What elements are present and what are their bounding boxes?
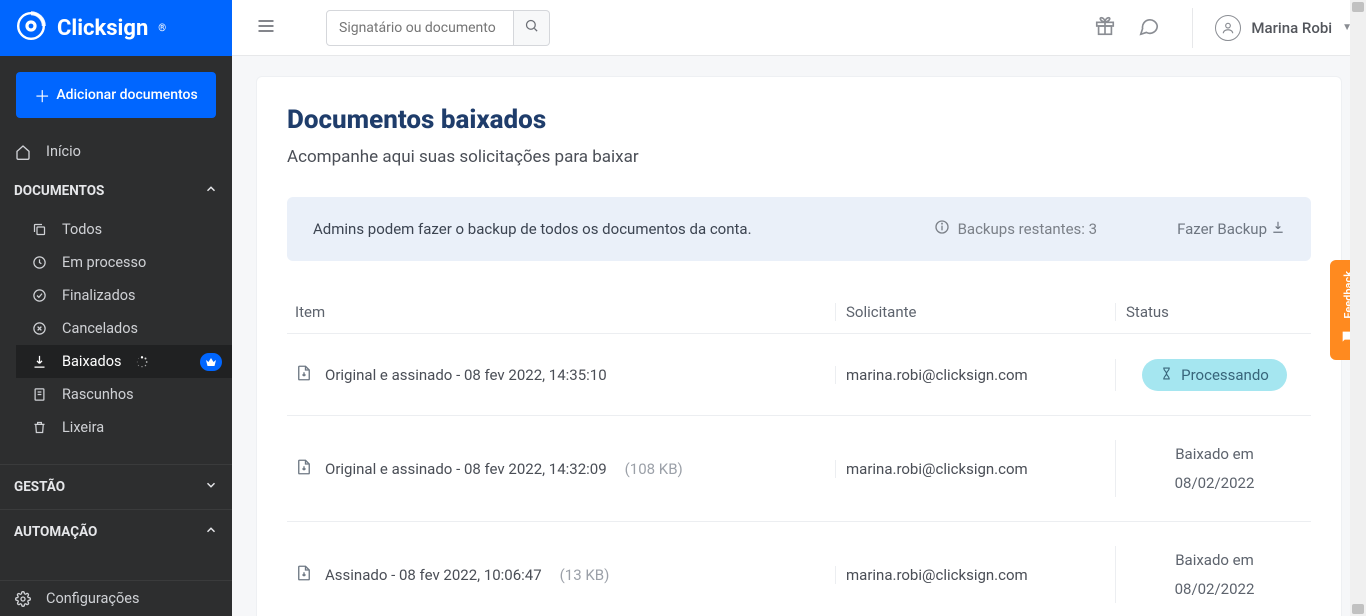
search-input[interactable] — [326, 10, 514, 46]
downloads-table: Item Solicitante Status Original e assin… — [287, 291, 1311, 616]
page-title: Documentos baixados — [287, 105, 1311, 135]
sidebar-item-em-processo[interactable]: Em processo — [16, 246, 232, 279]
sidebar-item-label: Finalizados — [62, 287, 136, 304]
table-row[interactable]: Original e assinado - 08 fev 2022, 14:32… — [287, 416, 1311, 522]
topbar: Marina Robi ▼ — [232, 0, 1366, 56]
sidebar-item-todos[interactable]: Todos — [16, 213, 232, 246]
row-item-size: (13 KB) — [560, 566, 610, 584]
sidebar-item-lixeira[interactable]: Lixeira — [16, 411, 232, 444]
row-requester: marina.robi@clicksign.com — [835, 366, 1115, 384]
gift-icon[interactable] — [1094, 15, 1116, 41]
sidebar-item-label: Todos — [62, 221, 102, 238]
logo-bar[interactable]: Clicksign ® — [0, 0, 232, 56]
clock-icon — [30, 255, 48, 270]
page-subtitle: Acompanhe aqui suas solicitações para ba… — [287, 147, 1311, 167]
row-requester: marina.robi@clicksign.com — [835, 566, 1115, 584]
section-label: DOCUMENTOS — [14, 183, 104, 199]
status-pill-processing: Processando — [1142, 359, 1287, 391]
status-downloaded: Baixado em 08/02/2022 — [1175, 440, 1255, 497]
sidebar-item-rascunhos[interactable]: Rascunhos — [16, 378, 232, 411]
search-icon — [524, 18, 539, 37]
premium-badge-icon — [200, 353, 222, 371]
table-header: Item Solicitante Status — [287, 291, 1311, 334]
backup-remaining: Backups restantes: 3 — [934, 219, 1098, 239]
loading-spinner-icon — [135, 355, 149, 369]
sidebar-item-label: Rascunhos — [62, 386, 134, 403]
row-item-name: Assinado - 08 fev 2022, 10:06:47 — [325, 566, 542, 584]
gear-icon — [14, 591, 32, 607]
section-label: AUTOMAÇÃO — [14, 524, 97, 540]
copy-icon — [30, 222, 48, 237]
section-label: GESTÃO — [14, 479, 65, 495]
row-requester: marina.robi@clicksign.com — [835, 460, 1115, 478]
content-wrap: Documentos baixados Acompanhe aqui suas … — [232, 56, 1366, 616]
sidebar-item-label: Início — [46, 143, 81, 160]
check-circle-icon — [30, 288, 48, 303]
hamburger-icon[interactable] — [256, 16, 276, 40]
sidebar: Clicksign ® ＋ Adicionar documentos Iníci… — [0, 0, 232, 616]
chevron-up-icon — [204, 523, 218, 541]
chevron-down-icon — [204, 478, 218, 496]
row-item-name: Original e assinado - 08 fev 2022, 14:35… — [325, 366, 607, 384]
hourglass-icon — [1160, 366, 1173, 384]
content-card: Documentos baixados Acompanhe aqui suas … — [256, 76, 1342, 616]
sidebar-item-cancelados[interactable]: Cancelados — [16, 312, 232, 345]
search-wrap — [326, 10, 550, 46]
logo-icon — [15, 10, 47, 46]
add-documents-button[interactable]: ＋ Adicionar documentos — [16, 72, 216, 118]
file-download-icon — [295, 363, 313, 387]
col-header-item: Item — [295, 303, 835, 321]
user-avatar-icon — [1215, 15, 1241, 41]
chevron-up-icon — [204, 182, 218, 200]
user-menu[interactable]: Marina Robi ▼ — [1192, 8, 1352, 48]
download-icon — [1271, 220, 1285, 238]
add-documents-label: Adicionar documentos — [56, 87, 197, 103]
row-item-size: (108 KB) — [625, 460, 683, 478]
row-item-name: Original e assinado - 08 fev 2022, 14:32… — [325, 460, 607, 478]
page-scrollbar[interactable] — [1350, 0, 1366, 616]
section-gestao[interactable]: GESTÃO — [0, 464, 232, 509]
scroll-arrow-up-icon — [1352, 2, 1364, 12]
sidebar-item-label: Configurações — [46, 590, 139, 607]
user-name: Marina Robi — [1251, 19, 1332, 37]
logo-text: Clicksign — [57, 16, 148, 41]
col-header-status: Status — [1115, 303, 1303, 321]
sidebar-item-baixados[interactable]: Baixados — [16, 345, 232, 378]
x-circle-icon — [30, 321, 48, 336]
sidebar-item-settings[interactable]: Configurações — [0, 580, 232, 616]
section-automacao[interactable]: AUTOMAÇÃO — [0, 509, 232, 554]
sidebar-item-home[interactable]: Início — [0, 134, 232, 169]
file-download-icon — [295, 457, 313, 481]
info-icon — [934, 219, 950, 239]
sidebar-item-finalizados[interactable]: Finalizados — [16, 279, 232, 312]
chat-icon[interactable] — [1138, 15, 1160, 41]
draft-icon — [30, 387, 48, 402]
home-icon — [14, 144, 32, 160]
scroll-arrow-down-icon — [1352, 604, 1364, 614]
backup-action-link[interactable]: Fazer Backup — [1177, 220, 1285, 238]
backup-text: Admins podem fazer o backup de todos os … — [313, 220, 934, 238]
section-documents[interactable]: DOCUMENTOS — [0, 169, 232, 213]
trademark-icon: ® — [158, 23, 166, 34]
file-download-icon — [295, 563, 313, 587]
sidebar-item-label: Em processo — [62, 254, 146, 271]
backup-banner: Admins podem fazer o backup de todos os … — [287, 197, 1311, 261]
plus-icon: ＋ — [34, 83, 50, 107]
status-downloaded: Baixado em 08/02/2022 — [1175, 546, 1255, 603]
trash-icon — [30, 420, 48, 435]
search-button[interactable] — [514, 10, 550, 46]
sidebar-item-label: Cancelados — [62, 320, 138, 337]
main: Marina Robi ▼ Documentos baixados Acompa… — [232, 0, 1366, 616]
col-header-requester: Solicitante — [835, 303, 1115, 321]
documents-sublist: Todos Em processo Finalizados Cancelados… — [0, 213, 232, 444]
download-icon — [30, 354, 48, 369]
table-row[interactable]: Original e assinado - 08 fev 2022, 14:35… — [287, 334, 1311, 416]
table-row[interactable]: Assinado - 08 fev 2022, 10:06:47 (13 KB)… — [287, 522, 1311, 616]
sidebar-item-label: Baixados — [62, 353, 121, 370]
sidebar-item-label: Lixeira — [62, 419, 104, 436]
